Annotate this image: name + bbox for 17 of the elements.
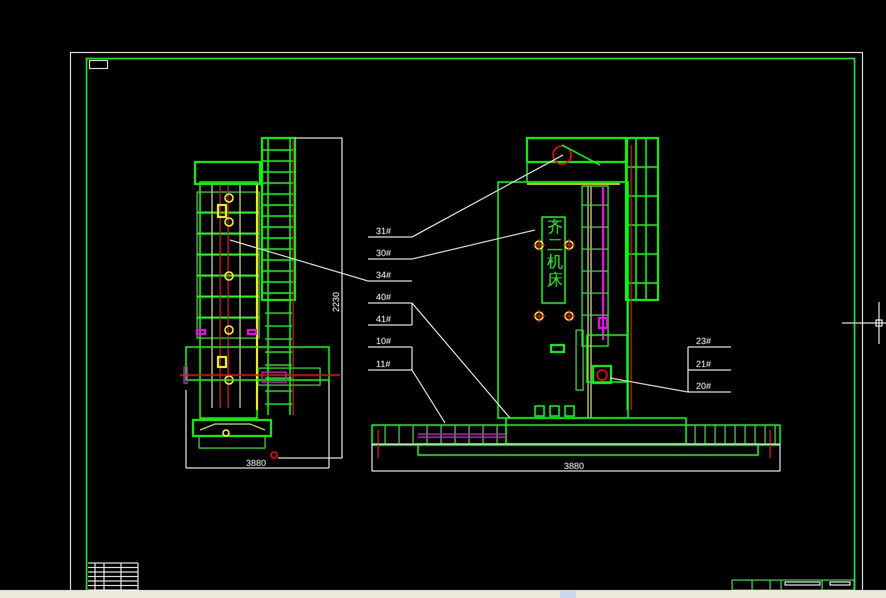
balloon-label: 31# [376,226,392,236]
dimension-text: 3880 [246,458,266,468]
balloon-label: 10# [376,336,392,346]
nameplate-text: 齐二机床 [547,218,563,288]
balloon-label: 21# [696,359,712,369]
balloon-label: 20# [696,381,712,391]
balloon-label: 30# [376,248,392,258]
balloon-label: 40# [376,292,392,302]
dimension-text: 2230 [331,292,341,312]
balloon-label: 41# [376,314,392,324]
parts-table-drawing [88,562,138,590]
balloon-label: 34# [376,270,392,280]
balloon-label: 11# [376,359,390,369]
toolbar-button[interactable] [560,591,576,598]
balloon-label: 23# [696,336,712,346]
dimension-text: 3880 [564,461,584,471]
corner-mark [89,60,108,69]
